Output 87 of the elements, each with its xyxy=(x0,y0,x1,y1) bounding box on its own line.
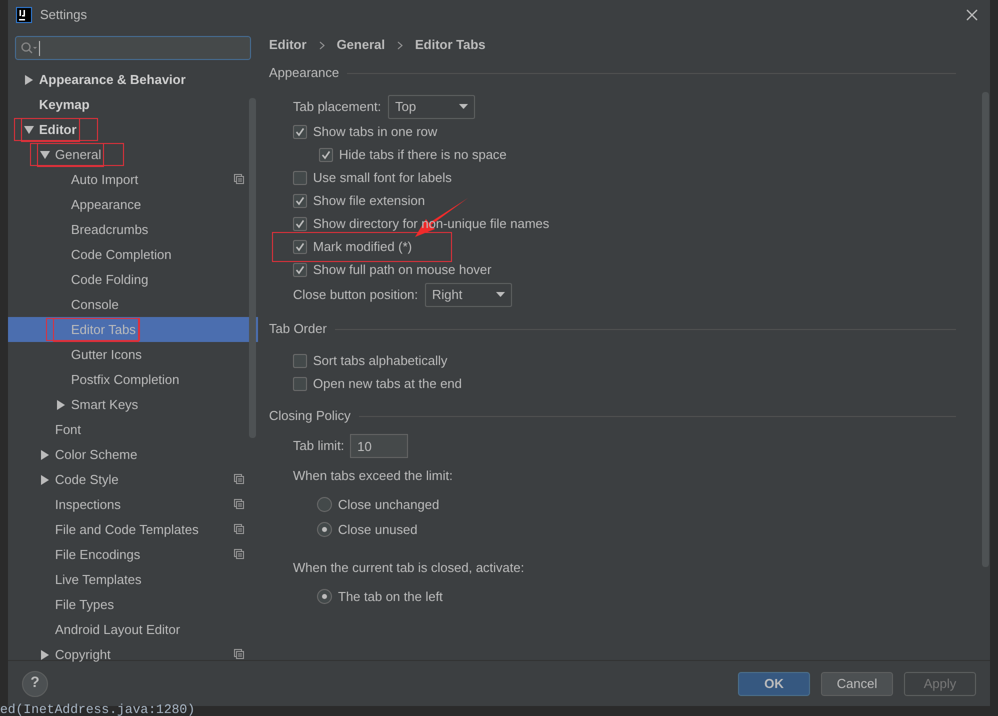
tree-item[interactable]: Copyright xyxy=(8,642,258,667)
tree-item[interactable]: File Encodings xyxy=(8,542,258,567)
expanded-arrow-icon[interactable] xyxy=(24,124,34,134)
collapsed-arrow-icon[interactable] xyxy=(40,450,50,460)
option-label: Mark modified (*) xyxy=(313,238,412,256)
window-title: Settings xyxy=(40,6,87,24)
caret-icon xyxy=(459,104,468,109)
option-label: Close unchanged xyxy=(338,496,440,514)
code-line: ed(InetAddress.java:1280) xyxy=(0,704,196,716)
checkbox[interactable] xyxy=(319,148,333,162)
tree-item[interactable]: Font xyxy=(8,417,258,442)
dialog-button[interactable]: Cancel xyxy=(821,672,893,696)
tree-item[interactable]: Postfix Completion xyxy=(8,367,258,392)
expanded-arrow-icon[interactable] xyxy=(40,150,50,160)
checkbox[interactable] xyxy=(293,354,307,368)
checkbox[interactable] xyxy=(293,240,307,254)
option-label: Hide tabs if there is no space xyxy=(339,146,507,164)
radio-button[interactable] xyxy=(317,589,332,604)
scrollbar[interactable] xyxy=(982,92,989,567)
tree-item[interactable]: Code Style xyxy=(8,467,258,492)
tree-item[interactable]: Appearance xyxy=(8,192,258,217)
dropdown[interactable]: Top xyxy=(388,94,476,118)
radio-button[interactable] xyxy=(317,497,332,512)
breadcrumb-item[interactable]: Editor xyxy=(269,35,307,55)
option-label: Close button position: xyxy=(293,286,418,304)
tree-item[interactable]: File and Code Templates xyxy=(8,517,258,542)
checkbox[interactable] xyxy=(293,216,307,230)
collapsed-arrow-icon[interactable] xyxy=(24,74,34,84)
option-label: Show file extension xyxy=(313,192,426,210)
tree-item[interactable]: Breadcrumbs xyxy=(8,217,258,242)
dropdown[interactable]: Right xyxy=(425,282,512,306)
tree-item[interactable]: Code Completion xyxy=(8,242,258,267)
collapsed-arrow-icon[interactable] xyxy=(40,650,50,660)
tree-item[interactable]: Android Layout Editor xyxy=(8,617,258,642)
collapsed-arrow-icon[interactable] xyxy=(56,400,66,410)
tree-item[interactable]: Smart Keys xyxy=(8,392,258,417)
tree-item[interactable]: Gutter Icons xyxy=(8,342,258,367)
option-label: Show full path on mouse hover xyxy=(313,260,492,279)
search-icon xyxy=(20,41,38,55)
tab-limit-field[interactable]: 10 xyxy=(350,434,408,458)
tree-item[interactable]: Console xyxy=(8,292,258,317)
option-label: Open new tabs at the end xyxy=(313,374,462,393)
chevron-icon xyxy=(396,40,403,50)
tree-item[interactable]: File Types xyxy=(8,592,258,617)
option-label: When the current tab is closed, activate: xyxy=(293,559,524,578)
checkbox[interactable] xyxy=(293,376,307,390)
section-title: Tab Order xyxy=(269,320,327,338)
close-icon[interactable] xyxy=(966,9,978,21)
chevron-icon xyxy=(318,40,325,50)
option-label: When tabs exceed the limit: xyxy=(293,467,453,486)
tree-item[interactable]: Live Templates xyxy=(8,567,258,592)
option-label: The tab on the left xyxy=(338,588,443,606)
tree-item[interactable]: Code Folding xyxy=(8,267,258,292)
search-field[interactable] xyxy=(15,36,251,60)
option-label: Sort tabs alphabetically xyxy=(313,352,448,370)
section-title: Appearance xyxy=(269,64,340,82)
breadcrumb-item[interactable]: General xyxy=(336,35,385,55)
app-logo-icon xyxy=(16,7,32,23)
copy-icon xyxy=(234,174,244,184)
checkbox[interactable] xyxy=(293,194,307,208)
copy-icon xyxy=(234,549,244,559)
checkbox[interactable] xyxy=(293,262,307,276)
caret-icon xyxy=(496,292,506,297)
scrollbar[interactable] xyxy=(249,98,256,438)
tree-item[interactable]: Keymap xyxy=(8,92,258,117)
option-label: Tab limit: xyxy=(293,437,344,456)
option-label: Use small font for labels xyxy=(313,168,452,187)
option-label: Close unused xyxy=(338,520,418,539)
tree-item[interactable]: Auto Import xyxy=(8,167,258,192)
tree-item[interactable]: General xyxy=(8,142,258,167)
copy-icon xyxy=(234,499,244,509)
option-label: Tab placement: xyxy=(293,98,382,116)
tree-item[interactable]: Appearance & Behavior xyxy=(8,67,258,92)
dialog-button[interactable]: OK xyxy=(738,672,810,696)
copy-icon xyxy=(234,524,244,534)
help-button[interactable]: ? xyxy=(22,670,48,696)
tree-item[interactable]: Editor xyxy=(8,117,258,142)
checkbox[interactable] xyxy=(293,170,307,184)
tree-item[interactable]: Color Scheme xyxy=(8,442,258,467)
breadcrumb-item[interactable]: Editor Tabs xyxy=(414,35,486,55)
section-title: Closing Policy xyxy=(269,407,351,426)
checkbox[interactable] xyxy=(293,124,307,138)
tree-item[interactable]: Inspections xyxy=(8,492,258,517)
collapsed-arrow-icon[interactable] xyxy=(40,474,50,484)
option-label: Show tabs in one row xyxy=(313,122,438,141)
copy-icon xyxy=(234,474,244,484)
radio-button[interactable] xyxy=(317,522,332,537)
